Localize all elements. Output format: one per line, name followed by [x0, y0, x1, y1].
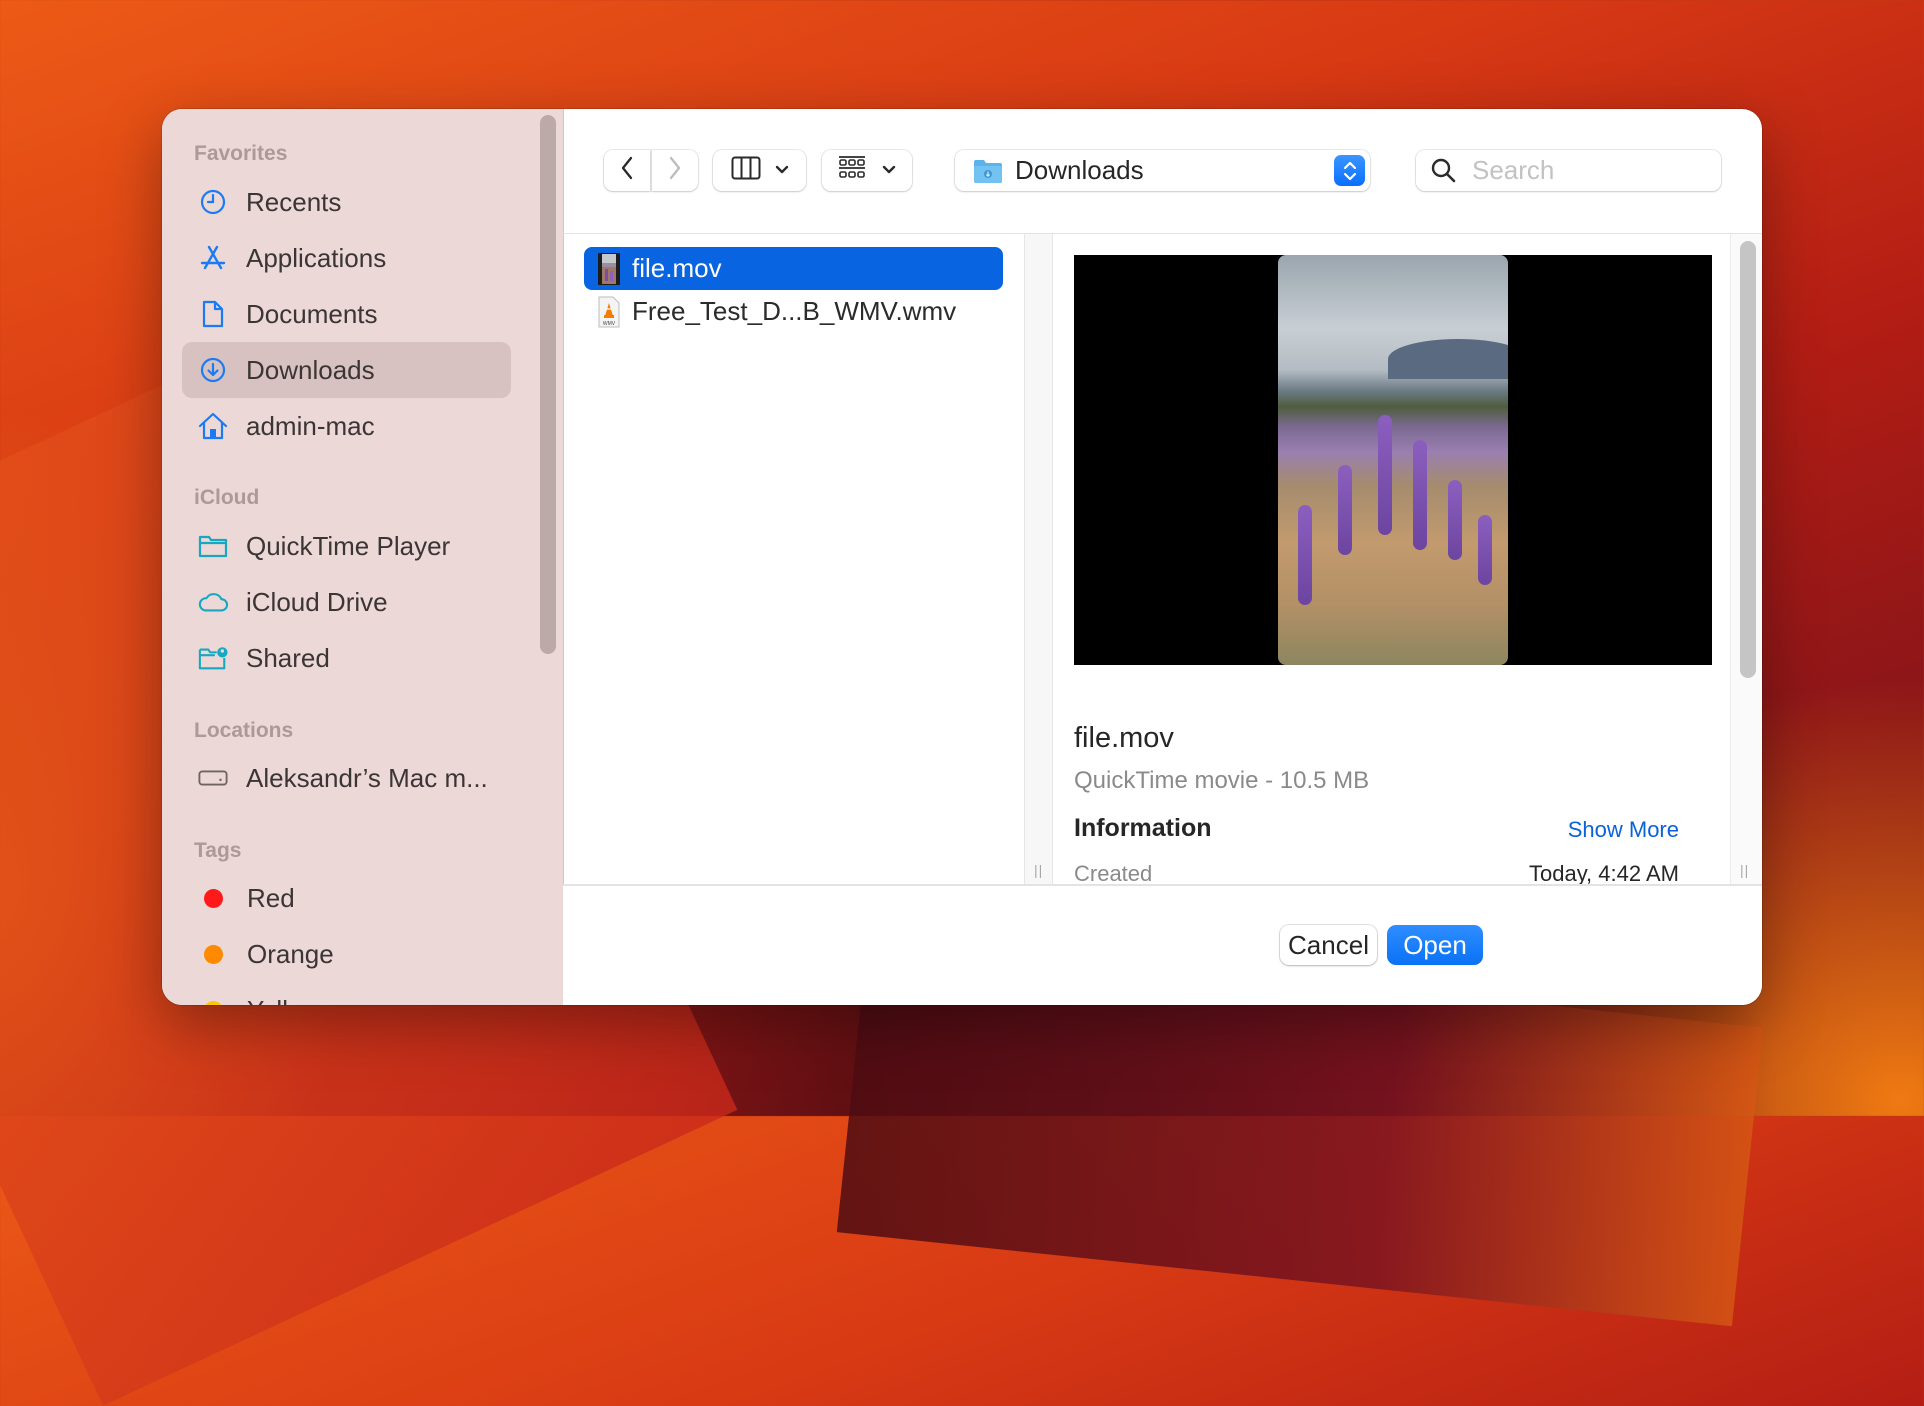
up-down-stepper-icon [1334, 155, 1365, 186]
chevron-down-icon [775, 162, 789, 180]
group-by-button[interactable] [822, 150, 912, 191]
location-popup[interactable]: Downloads [955, 150, 1370, 191]
file-list: file.mov WMV Free_Test_D...B_WMV.wmv [563, 234, 1024, 884]
sidebar-item-label: QuickTime Player [246, 530, 451, 561]
group-grid-icon [838, 155, 866, 186]
chevron-left-icon [619, 155, 635, 186]
sidebar-item-icloud-drive[interactable]: iCloud Drive [182, 574, 511, 630]
cancel-button[interactable]: Cancel [1280, 925, 1377, 965]
sidebar-item-quicktime-player[interactable]: QuickTime Player [182, 518, 511, 574]
applications-icon [198, 243, 228, 273]
sidebar-item-mac-disk[interactable]: Aleksandr’s Mac m... [182, 750, 511, 806]
sidebar-item-label: iCloud Drive [246, 586, 388, 617]
yellow-tag-dot-icon [204, 1000, 223, 1005]
search-input[interactable] [1470, 154, 1704, 187]
sidebar-item-label: Applications [246, 242, 387, 273]
preview-title: file.mov [1074, 722, 1174, 754]
file-name: Free_Test_D...B_WMV.wmv [632, 296, 957, 326]
sidebar-item-applications[interactable]: Applications [182, 230, 511, 286]
file-row-file-mov[interactable]: file.mov [584, 247, 1003, 290]
sidebar: Favorites Recents Applications Documents… [162, 109, 564, 1005]
photo-lavender-stalk [1298, 505, 1312, 605]
wmv-file-icon: WMV [598, 296, 620, 328]
sidebar-item-label: Orange [247, 938, 334, 969]
file-row-wmv[interactable]: WMV Free_Test_D...B_WMV.wmv [584, 290, 1003, 333]
movie-thumbnail-icon [598, 252, 620, 285]
sidebar-item-downloads[interactable]: Downloads [182, 342, 511, 398]
forward-button[interactable] [652, 150, 698, 191]
sidebar-item-label: Yellow [247, 995, 321, 1006]
sidebar-item-recents[interactable]: Recents [182, 174, 511, 230]
sidebar-tag-orange[interactable]: Orange [182, 926, 511, 982]
photo-lavender-stalk [1478, 515, 1492, 585]
search-icon [1430, 157, 1458, 185]
open-button[interactable]: Open [1387, 925, 1483, 965]
sidebar-section-locations: Locations [194, 719, 294, 742]
orange-tag-dot-icon [204, 944, 223, 964]
location-name: Downloads [1015, 155, 1144, 185]
sidebar-item-label: Documents [246, 298, 378, 329]
show-more-link[interactable]: Show More [1568, 817, 1679, 843]
file-name: file.mov [632, 253, 722, 283]
shared-folder-icon [198, 643, 228, 673]
red-tag-dot-icon [204, 888, 223, 908]
clock-icon [198, 187, 228, 217]
sidebar-section-icloud: iCloud [194, 486, 260, 509]
home-icon [198, 411, 228, 441]
cloud-icon [198, 587, 228, 617]
lavender-field-thumbnail [1278, 255, 1508, 665]
svg-text:WMV: WMV [603, 321, 616, 327]
view-mode-button[interactable] [713, 150, 806, 191]
sidebar-tag-red[interactable]: Red [182, 870, 511, 926]
folder-icon [198, 531, 228, 561]
sidebar-item-label: Aleksandr’s Mac m... [246, 762, 488, 793]
sidebar-item-label: admin-mac [246, 410, 375, 441]
disk-icon [198, 763, 228, 793]
sidebar-scrollbar[interactable] [540, 115, 556, 654]
sidebar-section-tags: Tags [194, 839, 242, 862]
sidebar-item-label: Shared [246, 642, 330, 673]
column-resize-handle[interactable]: || [1024, 234, 1053, 884]
photo-lavender-stalk [1448, 480, 1462, 560]
open-file-dialog: Favorites Recents Applications Documents… [162, 109, 1762, 1005]
preview-scrollbar[interactable] [1740, 241, 1756, 678]
sidebar-item-documents[interactable]: Documents [182, 286, 511, 342]
sidebar-section-favorites: Favorites [194, 142, 288, 165]
sidebar-item-label: Downloads [246, 354, 375, 385]
photo-lavender-stalk [1413, 440, 1427, 550]
back-button[interactable] [604, 150, 650, 191]
column-view-icon [731, 156, 761, 185]
chevron-down-icon [882, 162, 896, 180]
sidebar-item-label: Red [247, 882, 295, 913]
photo-lavender-stalk [1338, 465, 1352, 555]
download-icon [198, 355, 228, 385]
chevron-right-icon [667, 155, 683, 186]
downloads-folder-icon [973, 158, 1003, 184]
information-heading: Information [1074, 814, 1212, 842]
resize-grip-icon: || [1740, 862, 1750, 878]
sidebar-tag-yellow[interactable]: Yellow [182, 982, 511, 1005]
sidebar-item-home[interactable]: admin-mac [182, 398, 511, 454]
resize-grip-icon: || [1034, 862, 1044, 878]
document-icon [198, 299, 228, 329]
sidebar-item-label: Recents [246, 186, 342, 217]
search-field[interactable] [1416, 150, 1721, 191]
video-preview[interactable] [1074, 255, 1712, 665]
sidebar-item-shared[interactable]: Shared [182, 630, 511, 686]
preview-subtitle: QuickTime movie - 10.5 MB [1074, 767, 1370, 794]
photo-mountain [1388, 339, 1508, 379]
photo-lavender-stalk [1378, 415, 1392, 535]
dialog-footer [563, 886, 1762, 1005]
